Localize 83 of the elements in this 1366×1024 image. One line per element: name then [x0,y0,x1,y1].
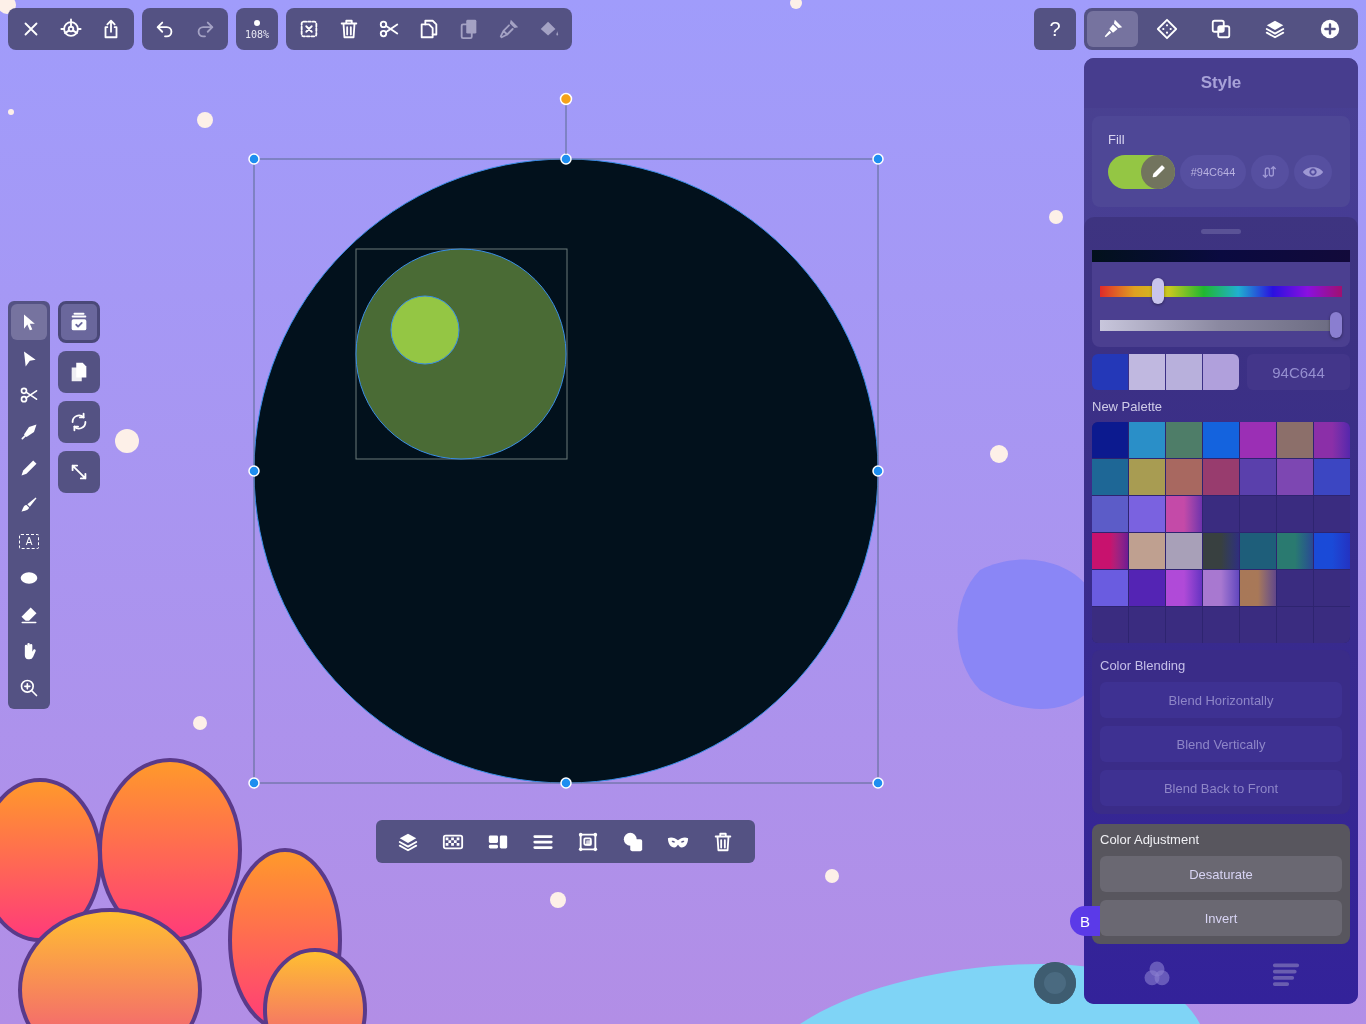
eyedropper-icon [1150,164,1166,180]
settings-icon [60,18,82,40]
palette-swatch[interactable] [1240,422,1276,458]
palette-swatch[interactable] [1166,533,1202,569]
background-dot [550,892,566,908]
recent-color-swatch[interactable] [1092,354,1128,390]
opacity-slider-thumb[interactable] [1330,312,1342,338]
palette-title: New Palette [1092,399,1164,414]
deselect-icon [298,18,320,40]
visibility-button[interactable] [1294,155,1332,189]
help-button[interactable]: ? [1034,8,1076,50]
palette-swatch[interactable] [1203,570,1239,606]
palette-swatch[interactable] [1092,533,1128,569]
background-dot [193,716,207,730]
scissors-icon [378,18,400,40]
diamond-icon [1155,18,1178,40]
hue-slider-thumb[interactable] [1152,278,1165,304]
panel-title: Style [1084,58,1358,108]
background-dot [1049,210,1063,224]
palette-swatch[interactable] [1092,422,1128,458]
palette-swatch[interactable] [1203,422,1239,458]
zoom-in-icon [19,677,39,698]
background-dot [990,445,1008,463]
palette-swatch[interactable] [1166,570,1202,606]
palette-swatch[interactable] [1203,533,1239,569]
palette-swatch[interactable] [1314,422,1350,458]
fill-toggle[interactable] [1108,155,1175,189]
palette-swatch[interactable] [1203,459,1239,495]
background-dot [8,109,14,115]
trash-icon [338,18,360,40]
recent-color-swatch[interactable] [1166,354,1202,390]
adjust-button[interactable]: Desaturate [1100,856,1342,892]
palette-swatch[interactable] [1129,459,1165,495]
zoom-button[interactable]: 108% [236,8,278,50]
palette-swatch[interactable] [1240,570,1276,606]
background-dot [115,429,139,453]
palette-swatch[interactable] [1166,496,1202,532]
palette-swatch[interactable] [1240,533,1276,569]
hex-code-button[interactable]: #94C644 [1180,155,1246,189]
brush-icon [498,18,520,40]
background-dot [825,869,839,883]
palette-swatch[interactable] [1129,533,1165,569]
diagonal-arrows-button[interactable] [58,451,100,493]
palette-swatch[interactable] [1129,570,1165,606]
palette-swatch[interactable] [1129,422,1165,458]
palette-swatch[interactable] [1166,459,1202,495]
hex-input-field[interactable]: 94C644 [1247,354,1350,390]
palette-swatch[interactable] [1277,459,1313,495]
documents-icon [418,18,440,40]
adjust-button[interactable]: Invert [1100,900,1342,936]
recent-color-swatch[interactable] [1203,354,1239,390]
palette-swatch[interactable] [1166,422,1202,458]
shortcut-badge: B [1070,906,1100,936]
section-title: Color Blending [1100,658,1187,673]
swap-button[interactable] [1251,155,1289,189]
overlapping-shapes-icon [621,830,644,853]
background-dot [197,112,213,128]
section-title: Color Adjustment [1100,832,1200,847]
swap-arrows-icon [1262,164,1278,180]
overlapping-squares-icon [1210,18,1232,40]
palette-swatch[interactable] [1240,459,1276,495]
palette-swatch[interactable] [1092,496,1128,532]
text-tool[interactable]: A [11,523,47,560]
palette-swatch[interactable] [1092,459,1128,495]
brush-tab[interactable] [1087,11,1138,47]
lime-circle-shape[interactable] [390,295,460,365]
recent-color-swatch[interactable] [1129,354,1165,390]
frame-icon [576,830,599,853]
checked-card-button[interactable] [58,301,100,343]
fill-label: Fill [1108,132,1126,147]
sheet-handle[interactable] [1201,229,1241,234]
palette-swatch[interactable] [1314,459,1350,495]
pointer-tool[interactable] [11,304,47,340]
palette-swatch[interactable] [1092,570,1128,606]
palette-swatch[interactable] [1314,533,1350,569]
refresh-button[interactable] [58,401,100,443]
palette-swatch[interactable] [1277,422,1313,458]
palette-swatch[interactable] [1129,496,1165,532]
documents-button[interactable] [58,351,100,393]
layers-icon [1264,18,1287,40]
palette-swatch[interactable] [1277,533,1313,569]
rotation-handle[interactable] [559,92,573,155]
plus-circle-icon [1318,18,1341,40]
